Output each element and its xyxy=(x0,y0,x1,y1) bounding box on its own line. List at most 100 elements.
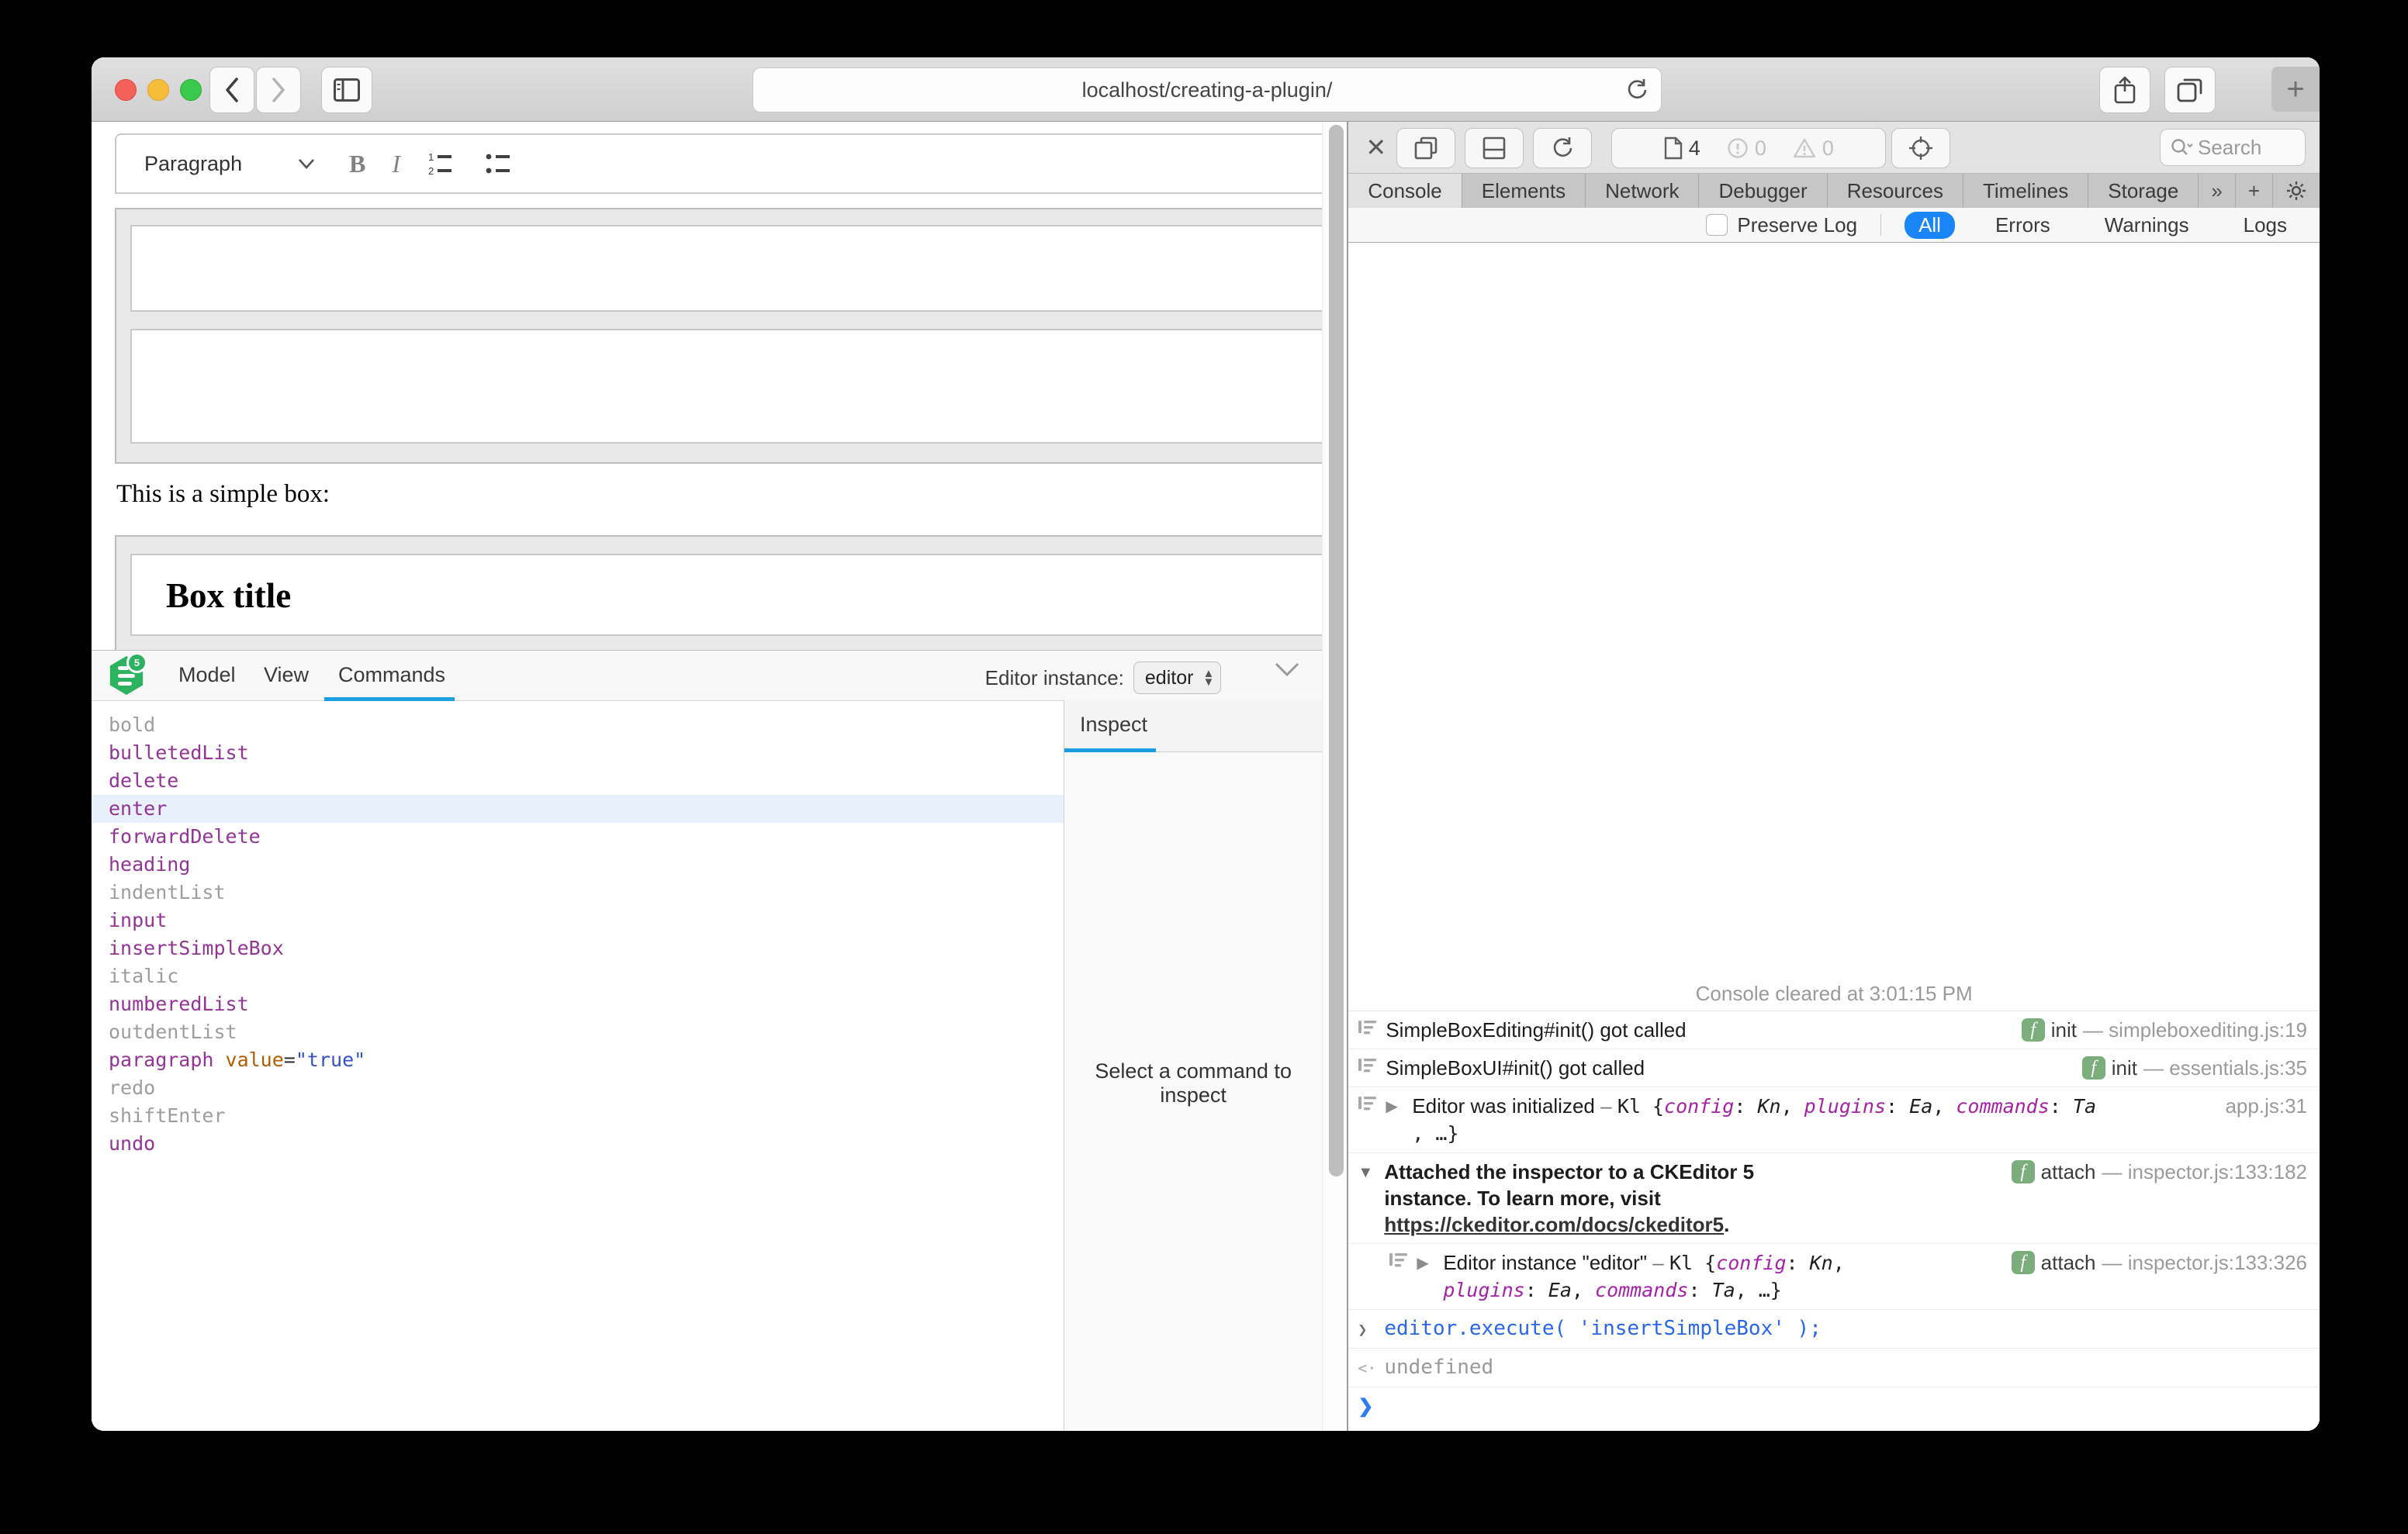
inspector-tabs: ConsoleElementsNetworkDebuggerResourcesT… xyxy=(1348,174,2320,208)
console-stack-icon xyxy=(1358,1095,1378,1114)
editor-toolbar: Paragraph B I 12 xyxy=(115,133,1322,194)
filter-logs[interactable]: Logs xyxy=(2230,212,2301,239)
address-bar[interactable]: localhost/creating-a-plugin/ xyxy=(752,67,1662,112)
console-source-link[interactable]: fattach— inspector.js:133:326 xyxy=(2001,1249,2307,1276)
filter-warnings[interactable]: Warnings xyxy=(2091,212,2203,239)
inspector-tab-storage[interactable]: Storage xyxy=(2088,174,2199,208)
reload-page-button[interactable] xyxy=(1533,128,1592,168)
console-cleared-notice: Console cleared at 3:01:15 PM xyxy=(1348,976,2320,1011)
command-item-enter[interactable]: enter xyxy=(92,795,1064,823)
select-steppers-icon: ▲▼ xyxy=(1202,669,1214,686)
page-scrollbar[interactable] xyxy=(1322,122,1347,1431)
forward-button[interactable] xyxy=(256,67,301,113)
command-item-outdentList[interactable]: outdentList xyxy=(92,1018,1064,1046)
simple-box-title-field[interactable]: Box title xyxy=(130,554,1322,636)
reload-icon[interactable] xyxy=(1625,78,1649,102)
inspector-collapse-button[interactable] xyxy=(1274,662,1300,677)
bold-button[interactable]: B xyxy=(349,150,365,178)
disclosure-collapsed-icon[interactable]: ▶ xyxy=(1386,1093,1412,1120)
reload-icon xyxy=(1550,136,1575,161)
inspector-tab-resources[interactable]: Resources xyxy=(1828,174,1963,208)
inspector-tab-network[interactable]: Network xyxy=(1586,174,1699,208)
inspector-tab-console[interactable]: Console xyxy=(1348,174,1462,208)
console-source-link[interactable]: app.js:31 xyxy=(2214,1093,2307,1119)
settings-gear-icon[interactable] xyxy=(2273,174,2320,208)
simple-box-title-field[interactable] xyxy=(130,225,1322,312)
command-item-shiftEnter[interactable]: shiftEnter xyxy=(92,1102,1064,1130)
inspect-tab-underline xyxy=(1064,748,1156,752)
scrollbar-thumb[interactable] xyxy=(1329,125,1344,1176)
share-button[interactable] xyxy=(2099,67,2150,113)
editor-paragraph[interactable]: This is a simple box: xyxy=(116,480,330,509)
ckeditor-logo-icon: 5 xyxy=(109,656,144,695)
simple-box-description-field[interactable] xyxy=(130,329,1322,444)
command-item-numberedList[interactable]: numberedList xyxy=(92,990,1064,1018)
tab-model[interactable]: Model xyxy=(178,663,236,687)
function-badge-icon: f xyxy=(2012,1160,2035,1183)
preserve-log-toggle[interactable]: Preserve Log xyxy=(1706,213,1857,237)
editor-instance-value: editor xyxy=(1145,667,1194,689)
detach-inspector-button[interactable] xyxy=(1396,128,1455,168)
bulleted-list-button[interactable] xyxy=(484,150,515,177)
console-source-link[interactable]: finit— essentials.js:35 xyxy=(2071,1055,2307,1081)
filter-all[interactable]: All xyxy=(1905,212,1955,239)
issues-summary-button[interactable]: 4 0 0 xyxy=(1611,128,1886,168)
add-tab-button[interactable]: + xyxy=(2236,174,2273,208)
filter-errors[interactable]: Errors xyxy=(1981,212,2064,239)
chevron-down-icon xyxy=(298,158,315,169)
console-source-link[interactable]: finit— simpleboxediting.js:19 xyxy=(2011,1017,2307,1043)
zoom-window-button[interactable] xyxy=(180,79,202,101)
heading-dropdown[interactable]: Paragraph xyxy=(144,152,323,176)
new-tab-button[interactable]: + xyxy=(2271,67,2320,112)
disclosure-collapsed-icon[interactable]: ▶ xyxy=(1417,1249,1443,1277)
inspector-tab-debugger[interactable]: Debugger xyxy=(1699,174,1827,208)
minimize-window-button[interactable] xyxy=(147,79,169,101)
dock-bottom-button[interactable] xyxy=(1465,128,1524,168)
command-item-bold[interactable]: bold xyxy=(92,711,1064,739)
simple-box-widget-titled[interactable]: Box title xyxy=(115,535,1322,651)
console-stack-icon xyxy=(1389,1252,1409,1270)
function-badge-icon: f xyxy=(2022,1018,2045,1042)
console-link[interactable]: https://ckeditor.com/docs/ckeditor5 xyxy=(1384,1213,1724,1236)
sidebar-toggle-button[interactable] xyxy=(321,67,372,113)
tab-inspect[interactable]: Inspect xyxy=(1080,713,1147,737)
ckeditor-inspector: 5 Model View Commands Editor instance: e… xyxy=(92,650,1322,1431)
command-item-undo[interactable]: undo xyxy=(92,1130,1064,1158)
console-source-link[interactable]: fattach— inspector.js:133:182 xyxy=(2001,1159,2307,1185)
tab-commands[interactable]: Commands xyxy=(338,663,445,687)
command-item-italic[interactable]: italic xyxy=(92,962,1064,990)
checkbox-icon[interactable] xyxy=(1706,214,1728,236)
simple-box-widget-empty[interactable] xyxy=(115,208,1322,464)
command-item-delete[interactable]: delete xyxy=(92,767,1064,795)
command-item-bulletedList[interactable]: bulletedList xyxy=(92,739,1064,767)
search-placeholder: Search xyxy=(2198,136,2261,160)
more-tabs-button[interactable]: » xyxy=(2199,174,2235,208)
close-window-button[interactable] xyxy=(115,79,137,101)
command-item-forwardDelete[interactable]: forwardDelete xyxy=(92,823,1064,851)
numbered-list-button[interactable]: 12 xyxy=(427,150,458,177)
heading-dropdown-label: Paragraph xyxy=(144,152,242,176)
close-inspector-button[interactable]: ✕ xyxy=(1365,133,1386,162)
page-count: 4 xyxy=(1689,136,1700,161)
tab-view[interactable]: View xyxy=(264,663,309,687)
commands-list: boldbulletedListdeleteenterforwardDelete… xyxy=(92,700,1064,1431)
command-item-redo[interactable]: redo xyxy=(92,1074,1064,1102)
command-item-indentList[interactable]: indentList xyxy=(92,879,1064,907)
element-picker-button[interactable] xyxy=(1891,128,1950,168)
console-prompt[interactable]: ❯ xyxy=(1348,1387,2320,1431)
editor-instance-select[interactable]: editor ▲▼ xyxy=(1133,662,1221,694)
inspector-tab-elements[interactable]: Elements xyxy=(1462,174,1586,208)
command-item-heading[interactable]: heading xyxy=(92,851,1064,879)
search-icon xyxy=(2170,137,2193,157)
command-item-insertSimpleBox[interactable]: insertSimpleBox xyxy=(92,935,1064,962)
command-item-paragraph[interactable]: paragraph value="true" xyxy=(92,1046,1064,1074)
console-stack-icon xyxy=(1358,1019,1378,1038)
console-message: ▼Attached the inspector to a CKEditor 5 … xyxy=(1348,1153,2320,1244)
tab-overview-button[interactable] xyxy=(2164,67,2216,113)
back-button[interactable] xyxy=(209,67,254,113)
disclosure-expanded-icon[interactable]: ▼ xyxy=(1358,1159,1384,1186)
inspector-tab-timelines[interactable]: Timelines xyxy=(1963,174,2088,208)
command-item-input[interactable]: input xyxy=(92,907,1064,935)
italic-button[interactable]: I xyxy=(392,150,400,178)
search-input[interactable]: Search xyxy=(2160,129,2306,166)
